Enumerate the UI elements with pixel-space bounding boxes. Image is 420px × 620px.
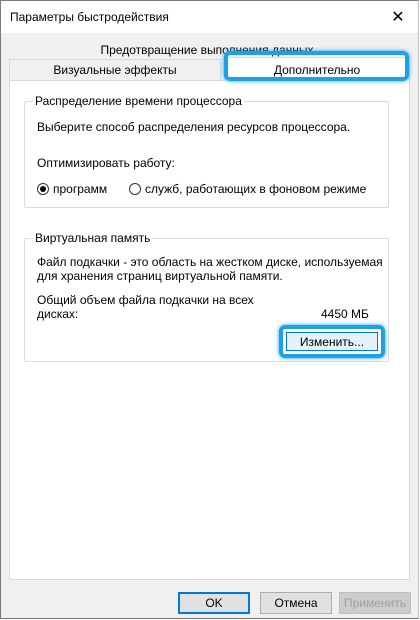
close-icon[interactable]: ✕ bbox=[384, 5, 412, 29]
vm-total-label-line1: Общий объем файла подкачки на всех bbox=[37, 293, 254, 307]
radio-programs[interactable]: программ bbox=[37, 182, 107, 196]
change-button[interactable]: Изменить... bbox=[286, 332, 378, 351]
advanced-tab-panel: Распределение времени процессора Выберит… bbox=[9, 80, 410, 580]
radio-background-services[interactable]: служб, работающих в фоновом режиме bbox=[129, 182, 366, 196]
radio-programs-label: программ bbox=[53, 182, 108, 196]
radio-services-label: служб, работающих в фоновом режиме bbox=[145, 182, 367, 196]
radio-programs-circle[interactable] bbox=[37, 183, 49, 195]
performance-options-window: Параметры быстродействия ✕ Предотвращени… bbox=[0, 0, 419, 619]
optimize-label: Оптимизировать работу: bbox=[37, 156, 175, 170]
vm-description-line2: для хранения страниц виртуальной памяти. bbox=[37, 269, 283, 283]
change-button-highlight: Изменить... bbox=[279, 325, 385, 358]
tab-visual-effects-label: Визуальные эффекты bbox=[53, 63, 177, 77]
vm-description-line1: Файл подкачки - это область на жестком д… bbox=[37, 255, 383, 269]
tab-advanced-label: Дополнительно bbox=[273, 62, 361, 77]
title-bar: Параметры быстродействия ✕ bbox=[1, 1, 418, 33]
cancel-button[interactable]: Отмена bbox=[260, 592, 332, 614]
vm-group-legend: Виртуальная память bbox=[33, 231, 153, 245]
apply-button[interactable]: Применить bbox=[339, 592, 411, 614]
cpu-group-legend: Распределение времени процессора bbox=[33, 94, 244, 108]
radio-services-circle[interactable] bbox=[129, 183, 141, 195]
vm-total-label-line2: дисках: bbox=[37, 307, 79, 321]
window-title: Параметры быстродействия bbox=[10, 10, 169, 24]
cpu-description: Выберите способ распределения ресурсов п… bbox=[37, 120, 351, 134]
cpu-scheduling-group: Распределение времени процессора Выберит… bbox=[24, 94, 389, 208]
tab-advanced[interactable]: Дополнительно bbox=[224, 57, 410, 81]
vm-total-value: 4450 МБ bbox=[321, 307, 369, 321]
ok-button[interactable]: OK bbox=[178, 592, 250, 614]
tab-visual-effects[interactable]: Визуальные эффекты bbox=[9, 59, 221, 80]
radio-selected-dot bbox=[40, 186, 46, 192]
